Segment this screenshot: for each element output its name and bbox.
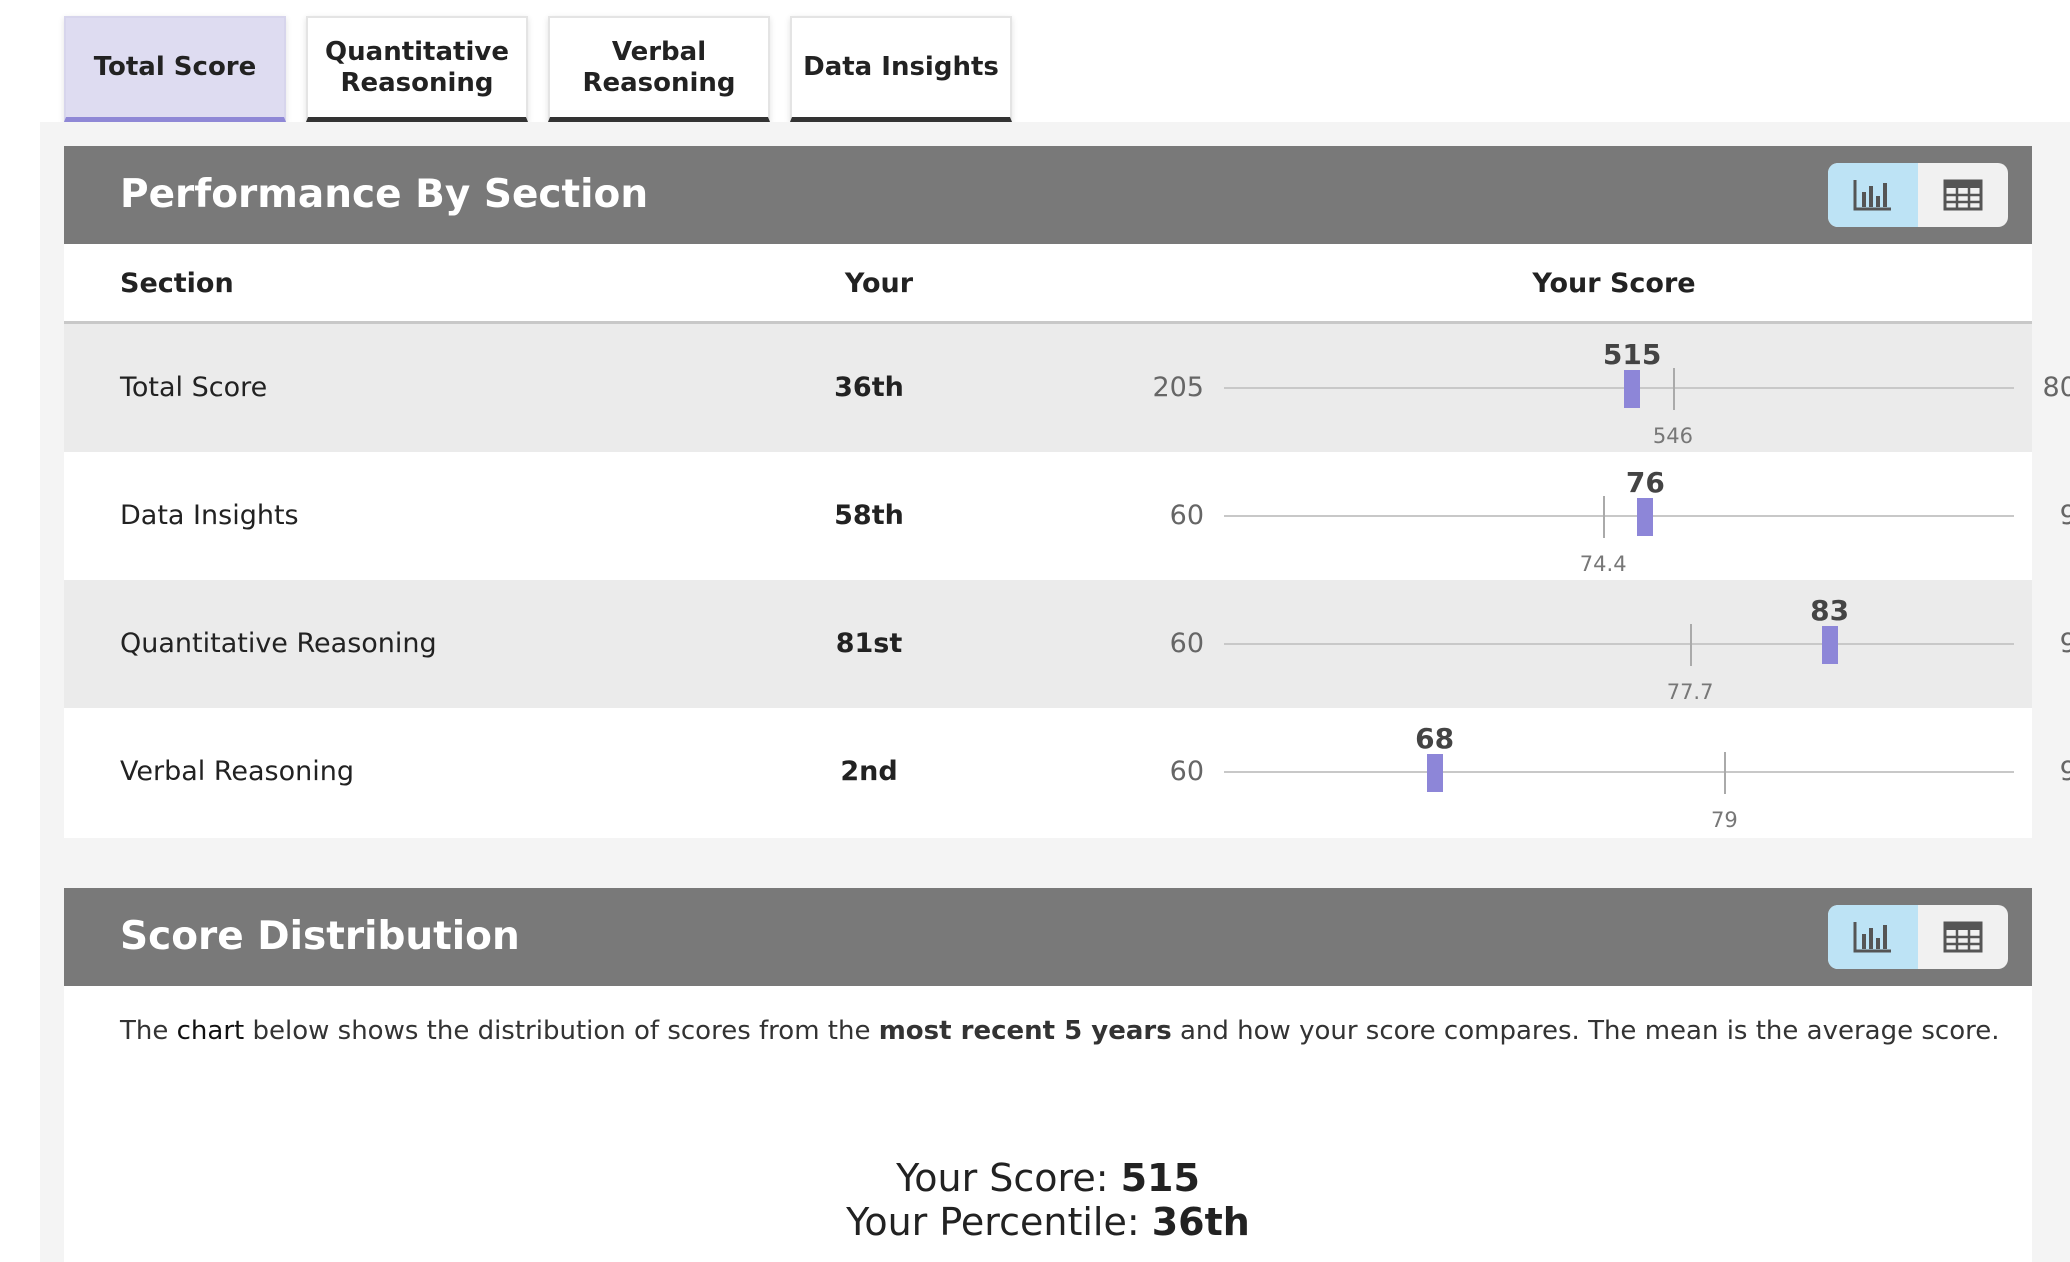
score-scale-line bbox=[1224, 515, 2014, 517]
performance-header: Performance By Section bbox=[64, 146, 2032, 244]
row-section-name: Verbal Reasoning bbox=[120, 756, 355, 787]
row-section-name: Total Score bbox=[120, 372, 268, 403]
row-percentile: 81st bbox=[835, 628, 903, 659]
scale-min-label: 60 bbox=[1169, 500, 1204, 531]
tab-verbal-reasoning[interactable]: Verbal Reasoning bbox=[548, 16, 770, 122]
your-percentile-value: 36th bbox=[1151, 1200, 1250, 1244]
row-percentile: 36th bbox=[834, 372, 904, 403]
bar-chart-icon bbox=[1853, 180, 1891, 211]
desc-chart-word: chart bbox=[176, 1016, 245, 1046]
score-label: 68 bbox=[1415, 722, 1455, 755]
mean-label: 77.7 bbox=[1666, 680, 1714, 704]
table-view-button[interactable] bbox=[1918, 163, 2008, 227]
your-percentile-label: Your Percentile: bbox=[846, 1200, 1152, 1244]
chart-view-button[interactable] bbox=[1828, 163, 1918, 227]
distribution-description: The chart below shows the distribution o… bbox=[120, 1016, 2000, 1046]
performance-title: Performance By Section bbox=[120, 172, 649, 217]
scale-min-label: 60 bbox=[1169, 756, 1204, 787]
table-grid-icon bbox=[1943, 179, 1983, 211]
table-view-button[interactable] bbox=[1918, 905, 2008, 969]
scale-min-label: 205 bbox=[1152, 372, 1204, 403]
tab-data-insights-label: Data Insights bbox=[803, 52, 999, 82]
distribution-title: Score Distribution bbox=[120, 914, 520, 959]
your-score-value: 515 bbox=[1120, 1156, 1200, 1200]
desc-part1: The bbox=[120, 1016, 177, 1046]
tab-total-score[interactable]: Total Score bbox=[64, 16, 286, 122]
score-label: 515 bbox=[1602, 338, 1662, 371]
column-section: Section bbox=[120, 268, 234, 299]
row-section-name: Data Insights bbox=[120, 500, 299, 531]
distribution-view-toggle bbox=[1828, 905, 2008, 969]
scale-max-label: 805 bbox=[2042, 372, 2070, 403]
tab-total-score-label: Total Score bbox=[93, 52, 257, 82]
score-marker bbox=[1624, 370, 1641, 408]
your-score-summary: Your Score: 515 bbox=[64, 1156, 2032, 1200]
tab-verbal-reasoning-label: Verbal Reasoning bbox=[582, 36, 736, 98]
table-row: Data Insights 58th 60 74.4 76 90 bbox=[64, 452, 2070, 580]
distribution-header: Score Distribution bbox=[64, 888, 2032, 986]
score-marker bbox=[1637, 498, 1654, 536]
mean-label: 74.4 bbox=[1579, 552, 1627, 576]
tab-quantitative-reasoning[interactable]: Quantitative Reasoning bbox=[306, 16, 528, 122]
performance-rows: Total Score 36th 205 546 515 805 Data In… bbox=[64, 324, 2070, 836]
mean-tick bbox=[1603, 496, 1606, 538]
table-row: Verbal Reasoning 2nd 60 79 68 90 bbox=[64, 708, 2070, 836]
table-grid-icon bbox=[1943, 921, 1983, 953]
table-row: Total Score 36th 205 546 515 805 bbox=[64, 324, 2070, 452]
row-percentile: 2nd bbox=[840, 756, 898, 787]
your-percentile-summary: Your Percentile: 36th bbox=[64, 1200, 2032, 1244]
scale-max-label: 90 bbox=[2059, 756, 2070, 787]
chart-view-button[interactable] bbox=[1828, 905, 1918, 969]
performance-card: Performance By Section Section Your Your… bbox=[64, 146, 2070, 838]
bar-chart-icon bbox=[1853, 922, 1891, 953]
mean-label: 79 bbox=[1710, 808, 1738, 832]
score-scale-line bbox=[1224, 387, 2014, 389]
mean-tick bbox=[1672, 368, 1675, 410]
score-label: 83 bbox=[1810, 594, 1850, 627]
mean-label: 546 bbox=[1652, 424, 1694, 448]
score-scale-line bbox=[1224, 643, 2014, 645]
performance-view-toggle bbox=[1828, 163, 2008, 227]
score-marker bbox=[1426, 754, 1443, 792]
scale-max-label: 90 bbox=[2059, 500, 2070, 531]
table-row: Quantitative Reasoning 81st 60 77.7 83 9… bbox=[64, 580, 2070, 708]
your-score-label: Your Score: bbox=[896, 1156, 1121, 1200]
scale-max-label: 90 bbox=[2059, 628, 2070, 659]
column-score: Your Score bbox=[1532, 268, 1696, 299]
score-scale-line bbox=[1224, 771, 2014, 773]
tab-quantitative-reasoning-label: Quantitative Reasoning bbox=[325, 36, 509, 98]
desc-part3: and how your score compares. The mean is… bbox=[1171, 1016, 2000, 1046]
mean-tick bbox=[1690, 624, 1693, 666]
desc-part2: below shows the distribution of scores f… bbox=[244, 1016, 879, 1046]
desc-bold: most recent 5 years bbox=[878, 1016, 1172, 1046]
score-marker bbox=[1821, 626, 1838, 664]
mean-tick bbox=[1724, 752, 1727, 794]
score-label: 76 bbox=[1625, 466, 1665, 499]
performance-column-headers: Section Your Percentile Your Score bbox=[64, 244, 2032, 379]
scale-min-label: 60 bbox=[1169, 628, 1204, 659]
distribution-card: Score Distribution The chart below shows… bbox=[64, 888, 2032, 1262]
row-section-name: Quantitative Reasoning bbox=[120, 628, 437, 659]
row-percentile: 58th bbox=[834, 500, 904, 531]
tab-data-insights[interactable]: Data Insights bbox=[790, 16, 1012, 122]
